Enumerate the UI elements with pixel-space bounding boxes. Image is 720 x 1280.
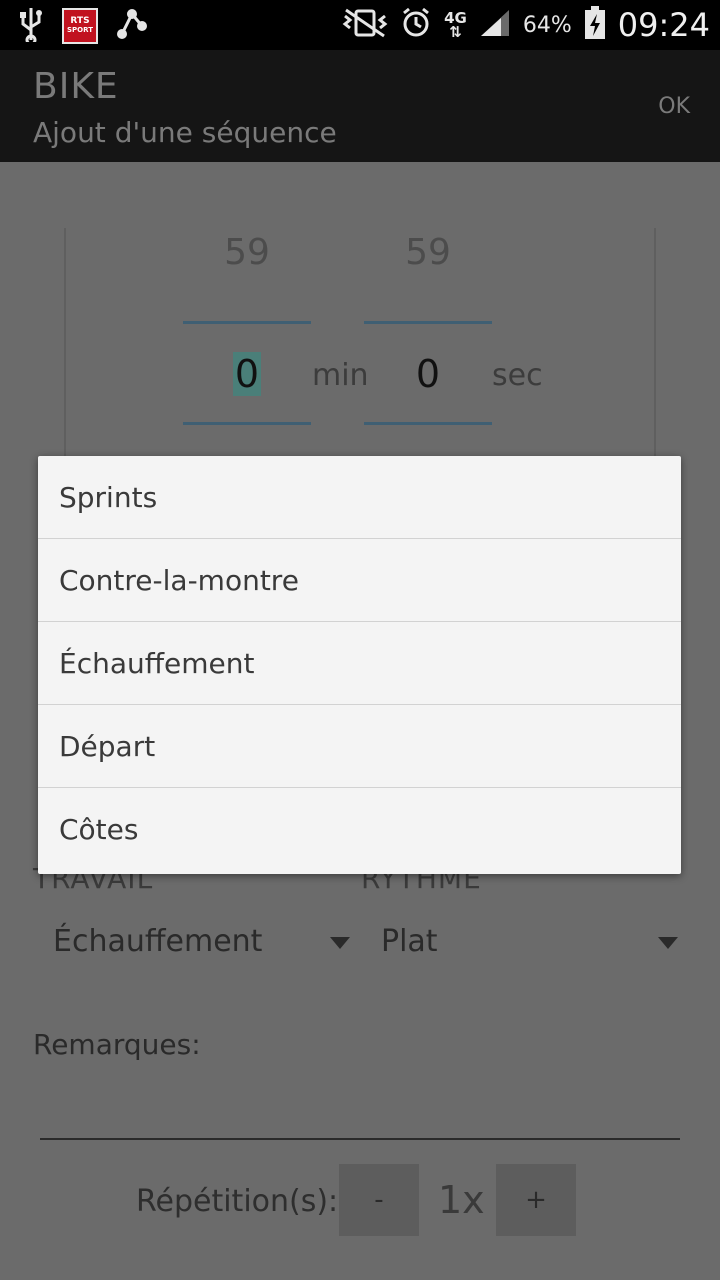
sport-text: SPORT (67, 26, 93, 34)
seconds-divider-top (364, 321, 492, 324)
rythme-spinner[interactable]: Plat (381, 924, 438, 959)
increment-button[interactable]: + (496, 1164, 576, 1236)
picker-border-right (654, 228, 656, 468)
seconds-divider-bottom (364, 422, 492, 425)
remarks-input[interactable] (40, 1138, 680, 1140)
minutes-value: 0 (232, 352, 262, 396)
repetition-count: 1x (438, 1178, 485, 1222)
screen-subtitle: Ajout d'une séquence (33, 116, 337, 149)
rts-sport-icon: RTS SPORT (62, 8, 98, 44)
minutes-prev-value[interactable]: 59 (183, 232, 311, 273)
battery-charging-icon (584, 6, 606, 44)
share-icon (116, 6, 148, 46)
menu-item-sprints[interactable]: Sprints (38, 456, 681, 539)
chevron-down-icon (658, 937, 678, 949)
vibrate-icon (342, 8, 388, 42)
ok-button[interactable]: OK (658, 94, 690, 119)
action-bar: BIKE Ajout d'une séquence OK (0, 50, 720, 162)
system-icons: 4G ⇅ 64% 09:24 (342, 0, 710, 50)
usb-icon (18, 6, 44, 46)
minutes-input[interactable]: 0 (183, 352, 311, 396)
seconds-prev-value[interactable]: 59 (364, 232, 492, 273)
repetition-label: Répétition(s): (136, 1184, 339, 1219)
notification-icons: RTS SPORT (18, 6, 148, 46)
travail-dropdown-menu: Sprints Contre-la-montre Échauffement Dé… (38, 456, 681, 874)
minutes-unit-label: min (312, 358, 369, 393)
seconds-unit-label: sec (492, 358, 543, 393)
travail-spinner[interactable]: Échauffement (53, 924, 262, 959)
signal-icon (479, 8, 511, 42)
menu-item-contre-la-montre[interactable]: Contre-la-montre (38, 539, 681, 622)
remarks-label: Remarques: (33, 1028, 201, 1061)
seconds-input[interactable]: 0 (364, 352, 492, 396)
network-type: 4G (444, 9, 467, 27)
network-4g-icon: 4G ⇅ (444, 9, 467, 41)
chevron-down-icon (330, 937, 350, 949)
minutes-divider-top (183, 321, 311, 324)
decrement-button[interactable]: - (339, 1164, 419, 1236)
menu-item-cotes[interactable]: Côtes (38, 788, 681, 871)
clock: 09:24 (617, 6, 710, 44)
menu-item-depart[interactable]: Départ (38, 705, 681, 788)
battery-percentage: 64% (522, 12, 572, 38)
picker-border-left (64, 228, 66, 468)
menu-item-echauffement[interactable]: Échauffement (38, 622, 681, 705)
minutes-divider-bottom (183, 422, 311, 425)
app-title: BIKE (33, 66, 119, 107)
alarm-icon (400, 7, 432, 43)
status-bar: RTS SPORT 4G ⇅ 64% 09:24 (0, 0, 720, 50)
rts-text: RTS (70, 16, 90, 26)
